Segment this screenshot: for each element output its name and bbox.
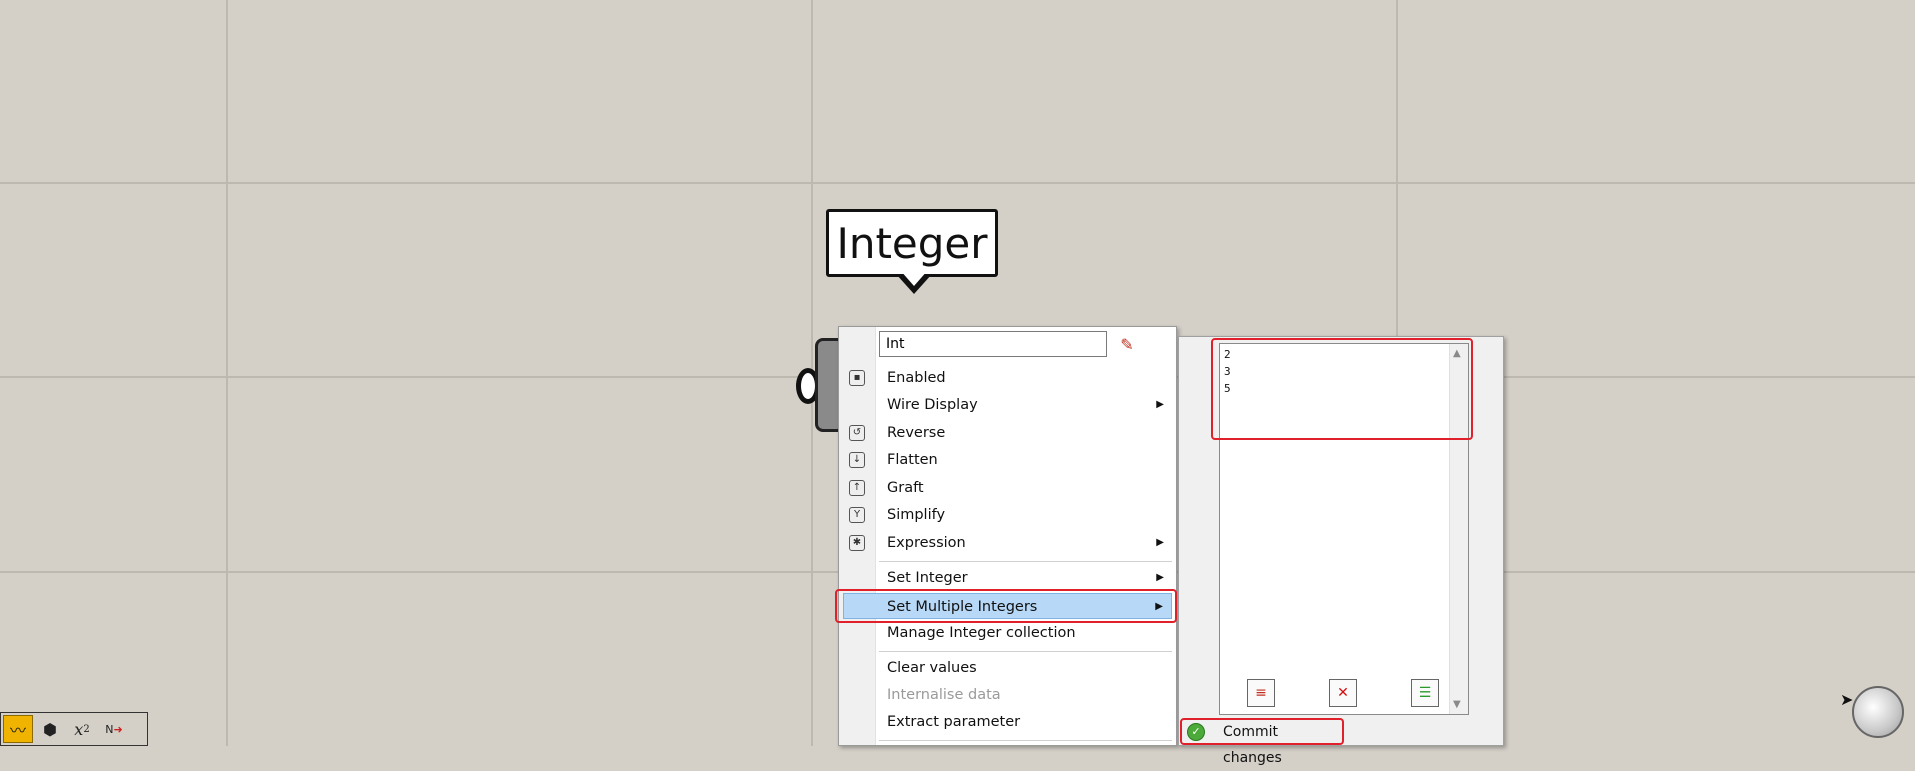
submenu-arrow-icon: ▶ — [1156, 572, 1164, 583]
cursor-icon: ➤ — [1840, 690, 1854, 709]
reverse-icon: ↺ — [849, 425, 865, 441]
menu-item-flatten[interactable]: ↓ Flatten — [843, 447, 1172, 473]
commit-label: Commit changes — [1223, 724, 1282, 766]
menu-item-simplify[interactable]: Y Simplify — [843, 502, 1172, 528]
menu-separator — [879, 651, 1172, 652]
n-glyph: N — [105, 722, 114, 736]
menu-item-label: Clear values — [887, 660, 977, 676]
commit-changes-button[interactable]: ✓ Commit changes — [1181, 719, 1341, 766]
multiple-integers-panel: 2 3 5 ▲ ▼ ≡ ✕ ☰ ✓ Commit changes — [1178, 336, 1504, 766]
menu-item-label: Expression — [887, 535, 966, 551]
menu-separator — [879, 561, 1172, 562]
menu-item-reverse[interactable]: ↺ Reverse — [843, 420, 1172, 446]
tooltip-title: Integer — [836, 218, 988, 268]
sequence-icon[interactable]: ☰ — [1411, 679, 1439, 707]
simplify-icon: Y — [849, 507, 865, 523]
component-tooltip: Integer — [826, 209, 998, 277]
menu-item-expression[interactable]: ✱ Expression ▶ — [843, 530, 1172, 556]
menu-item-set-multiple-integers[interactable]: Set Multiple Integers ▶ — [843, 593, 1172, 619]
flatten-icon: ↓ — [849, 452, 865, 468]
expression-glyph: x — [74, 719, 84, 739]
submenu-arrow-icon: ▶ — [1155, 601, 1163, 612]
preview-icon[interactable]: 〰 — [3, 715, 33, 743]
value-line: 3 — [1224, 365, 1231, 378]
scroll-up-icon[interactable]: ▲ — [1453, 348, 1461, 359]
graft-icon: ↑ — [849, 480, 865, 496]
submenu-arrow-icon: ▶ — [1156, 399, 1164, 410]
load-values-icon[interactable]: ≡ — [1247, 679, 1275, 707]
menu-item-label: Reverse — [887, 425, 946, 441]
expression-icon[interactable]: x2 — [67, 715, 97, 743]
menu-item-label: Extract parameter — [887, 714, 1021, 730]
clear-values-icon[interactable]: ✕ — [1329, 679, 1357, 707]
expression-sup: 2 — [83, 723, 90, 735]
scroll-down-icon[interactable]: ▼ — [1453, 699, 1461, 710]
menu-item-label: Wire Display — [887, 397, 978, 413]
submenu-arrow-icon: ▶ — [1156, 537, 1164, 548]
enabled-icon: ▪ — [849, 370, 865, 386]
menu-item-label: Internalise data — [887, 687, 1001, 703]
textarea-scrollbar[interactable]: ▲ ▼ — [1449, 344, 1468, 714]
menu-item-enabled[interactable]: ▪ Enabled — [843, 365, 1172, 391]
menu-separator — [879, 740, 1172, 741]
value-line: 5 — [1224, 382, 1231, 395]
menu-item-internalise-data: Internalise data — [843, 682, 1172, 708]
parameter-name-input[interactable] — [879, 331, 1107, 357]
grid-line — [0, 182, 1915, 184]
menu-item-label: Graft — [887, 480, 924, 496]
menu-item-label: Manage Integer collection — [887, 625, 1076, 641]
values-textarea[interactable]: 2 3 5 ▲ ▼ — [1219, 343, 1469, 715]
menu-item-extract-parameter[interactable]: Extract parameter — [843, 709, 1172, 735]
paint-bucket-icon[interactable]: ✎ — [1116, 334, 1138, 356]
menu-item-set-integer[interactable]: Set Integer ▶ — [843, 565, 1172, 591]
menu-item-label: Flatten — [887, 452, 938, 468]
menu-item-label: Simplify — [887, 507, 946, 523]
number-slider-icon[interactable]: N ➜ — [99, 715, 129, 743]
tooltip-pointer — [896, 270, 932, 294]
grid-line — [226, 0, 228, 746]
canvas-toolbar: 〰 ⬢ x2 N ➜ — [0, 712, 148, 746]
menu-item-manage-integer-collection[interactable]: Manage Integer collection — [843, 620, 1172, 646]
menu-item-label: Set Multiple Integers — [887, 599, 1038, 615]
canvas-icon[interactable]: ⬢ — [35, 715, 65, 743]
checkmark-icon: ✓ — [1187, 723, 1205, 741]
navigation-wheel[interactable] — [1852, 686, 1904, 738]
menu-item-wire-display[interactable]: Wire Display ▶ — [843, 392, 1172, 418]
context-menu: ✎ ▪ Enabled Wire Display ▶ ↺ Reverse ↓ F… — [838, 326, 1177, 746]
value-line: 2 — [1224, 348, 1231, 361]
menu-item-graft[interactable]: ↑ Graft — [843, 475, 1172, 501]
menu-item-clear-values[interactable]: Clear values — [843, 655, 1172, 681]
menu-item-label: Enabled — [887, 370, 946, 386]
expression-icon: ✱ — [849, 535, 865, 551]
menu-item-label: Set Integer — [887, 570, 968, 586]
